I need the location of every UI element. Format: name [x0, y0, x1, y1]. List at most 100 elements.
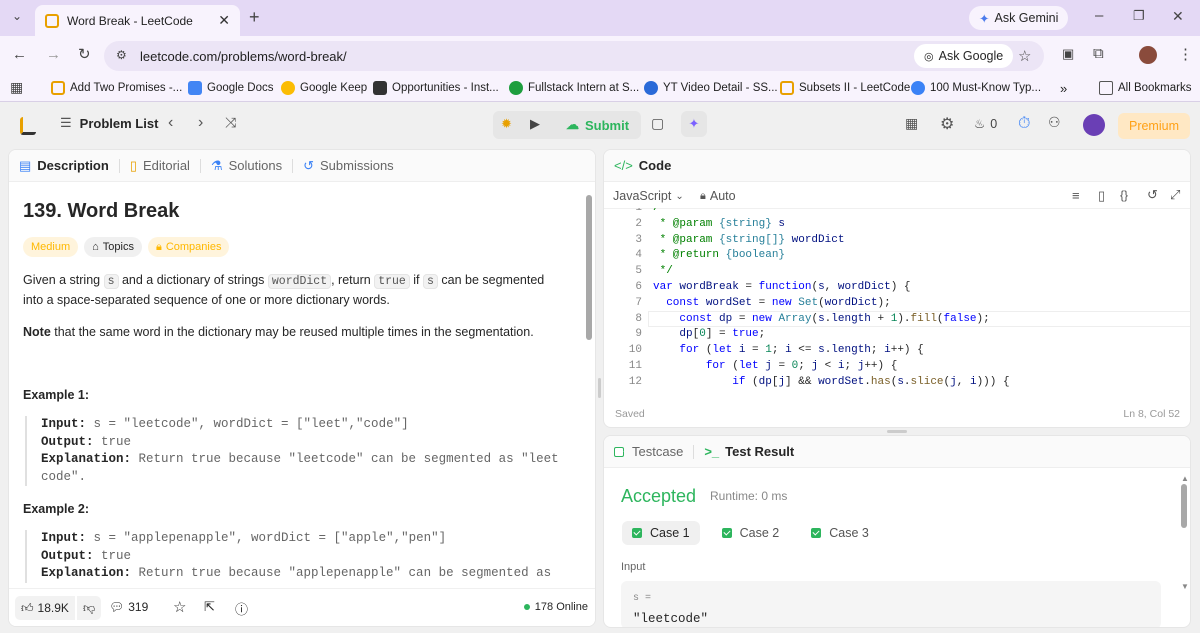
close-window-icon[interactable]: ✕: [1172, 8, 1184, 25]
help-icon[interactable]: ⓘ: [235, 599, 248, 618]
bookmark-item[interactable]: Google Docs: [188, 81, 273, 95]
tab-close-icon[interactable]: ✕: [218, 12, 230, 29]
code-line[interactable]: 1 /**: [604, 208, 1190, 217]
scroll-down-icon[interactable]: ▼: [1181, 582, 1189, 591]
case-2-tab[interactable]: Case 2: [712, 521, 790, 545]
submit-button[interactable]: ☁ Submit: [558, 111, 637, 139]
code-line[interactable]: 9 dp[0] = true;: [604, 327, 1190, 343]
new-tab-icon[interactable]: +: [249, 7, 260, 28]
debug-icon[interactable]: ✹: [501, 116, 512, 132]
minimize-icon[interactable]: –: [1095, 7, 1103, 24]
tab-description[interactable]: ▤ Description: [19, 158, 120, 174]
like-button[interactable]: 👍︎ 18.9K: [15, 596, 75, 620]
fullscreen-icon[interactable]: ⤢: [1170, 187, 1180, 203]
bookmark-item[interactable]: Subsets II - LeetCode: [780, 81, 910, 95]
code-line[interactable]: 5 */: [604, 264, 1190, 280]
code-line[interactable]: 11 for (let j = 0; j < i; j++) {: [604, 359, 1190, 375]
code-text: * @param {string[]} wordDict: [653, 233, 845, 246]
code-line[interactable]: 12 if (dp[j] && wordSet.has(s.slice(j, i…: [604, 375, 1190, 390]
tab-editorial[interactable]: ▯ Editorial: [130, 158, 201, 174]
next-problem-icon[interactable]: ›: [198, 114, 203, 132]
problem-list-button[interactable]: ☰ Problem List: [60, 115, 158, 131]
leetcode-favicon-icon: [45, 13, 59, 28]
chevron-down-icon: ⌄: [675, 190, 684, 202]
all-bookmarks[interactable]: All Bookmarks: [1099, 81, 1192, 95]
reload-icon[interactable]: ↻: [78, 45, 91, 63]
timer-icon[interactable]: ⏱: [1018, 115, 1030, 133]
comments-button[interactable]: 💬︎ 319: [109, 600, 148, 614]
bookmark-item[interactable]: 100 Must-Know Typ...: [911, 81, 1041, 95]
url-text[interactable]: leetcode.com/problems/word-break/: [140, 49, 347, 64]
layout-icon[interactable]: ▦: [905, 115, 918, 132]
premium-button[interactable]: Premium: [1118, 113, 1190, 139]
case-3-tab[interactable]: Case 3: [801, 521, 879, 545]
format-icon[interactable]: ≡: [1072, 188, 1080, 203]
streak-count: 0: [990, 116, 998, 131]
bookmark-item[interactable]: Add Two Promises -...: [51, 81, 182, 95]
chrome-menu-icon[interactable]: ⋮: [1178, 45, 1193, 63]
omnibox[interactable]: ⚙ leetcode.com/problems/word-break/ ◎ As…: [104, 41, 1044, 71]
ai-assist-icon[interactable]: ✦: [681, 111, 707, 137]
code-line[interactable]: 4 * @return {boolean}: [604, 248, 1190, 264]
case-check-icon: [721, 528, 732, 538]
ask-gemini-button[interactable]: ✦ Ask Gemini: [969, 6, 1069, 30]
tab-search-icon[interactable]: ⌄: [12, 9, 22, 23]
leetcode-logo[interactable]: [20, 117, 36, 135]
code-line[interactable]: 2 * @param {string} s: [604, 217, 1190, 233]
tab-submissions[interactable]: ↺ Submissions: [303, 158, 394, 174]
scroll-up-icon[interactable]: ▲: [1181, 474, 1189, 483]
code-editor[interactable]: 1/** 2 * @param {string} s3 * @param {str…: [604, 208, 1190, 390]
bookmark-icon[interactable]: ▯: [1098, 188, 1105, 204]
autocomplete-mode[interactable]: 🔒︎ Auto: [700, 189, 736, 203]
code-line[interactable]: 7 const wordSet = new Set(wordDict);: [604, 296, 1190, 312]
back-icon[interactable]: ←: [12, 46, 27, 63]
user-avatar[interactable]: [1083, 114, 1105, 136]
browser-tab[interactable]: Word Break - LeetCode ✕: [35, 5, 240, 36]
notes-icon[interactable]: ▢: [651, 115, 664, 132]
maximize-icon[interactable]: ❐: [1133, 8, 1145, 24]
companies-button[interactable]: 🔒︎ Companies: [147, 237, 230, 257]
more-bookmarks-icon[interactable]: »: [1060, 81, 1067, 96]
thumbs-up-icon: 👍︎: [21, 600, 34, 615]
bookmark-item[interactable]: Fullstack Intern at S...: [509, 81, 639, 95]
bookmark-item[interactable]: Google Keep: [281, 81, 367, 95]
site-info-icon[interactable]: ⚙: [116, 48, 127, 62]
bookmark-item[interactable]: Opportunities - Inst...: [373, 81, 499, 95]
case-1-tab[interactable]: Case 1: [622, 521, 700, 545]
code-line[interactable]: 3 * @param {string[]} wordDict: [604, 233, 1190, 249]
tab-solutions[interactable]: ⚗ Solutions: [211, 158, 294, 174]
add-friend-icon[interactable]: ⚇: [1048, 114, 1061, 131]
dislike-button[interactable]: 👎︎: [77, 596, 102, 620]
code-line[interactable]: 6 var wordBreak = function(s, wordDict) {: [604, 280, 1190, 296]
reset-icon[interactable]: ↺: [1147, 187, 1158, 203]
share-icon[interactable]: ⇱: [204, 599, 215, 615]
prev-problem-icon[interactable]: ‹: [168, 114, 173, 132]
run-icon[interactable]: ▶: [530, 116, 540, 132]
input-value-box: s = "leetcode": [621, 581, 1161, 627]
forward-icon[interactable]: →: [46, 46, 61, 63]
braces-icon[interactable]: {}: [1120, 188, 1128, 202]
result-scrollbar[interactable]: [1181, 484, 1187, 528]
fullstack-icon: [509, 81, 523, 95]
apps-grid-icon[interactable]: ▦: [10, 79, 23, 96]
streak-counter[interactable]: ♨ 0: [974, 116, 998, 132]
favorite-star-icon[interactable]: ☆: [173, 598, 186, 616]
tab-test-result[interactable]: >_ Test Result: [704, 444, 794, 459]
tab-testcase[interactable]: Testcase: [614, 444, 695, 459]
puzzle-extensions-icon[interactable]: ⧉: [1093, 45, 1104, 62]
code-line[interactable]: 8 const dp = new Array(s.length + 1).fil…: [604, 312, 1190, 328]
language-select[interactable]: JavaScript ⌄: [613, 189, 684, 203]
bookmark-item[interactable]: YT Video Detail - SS...: [644, 81, 778, 95]
shuffle-icon[interactable]: ⤨: [225, 114, 236, 131]
description-scrollbar[interactable]: [586, 195, 592, 340]
bookmark-star-icon[interactable]: ☆: [1018, 47, 1031, 65]
extension-icon[interactable]: ▣: [1062, 46, 1074, 62]
code-line[interactable]: 10 for (let i = 1; i <= s.length; i++) {: [604, 343, 1190, 359]
profile-avatar[interactable]: [1139, 46, 1157, 64]
ask-google-button[interactable]: ◎ Ask Google: [914, 44, 1014, 68]
like-count: 18.9K: [37, 601, 69, 615]
topics-button[interactable]: ⌂ Topics: [84, 237, 142, 257]
panel-resize-handle[interactable]: [887, 430, 907, 433]
vertical-resize-handle[interactable]: [598, 378, 601, 398]
settings-icon[interactable]: ⚙: [940, 114, 954, 134]
